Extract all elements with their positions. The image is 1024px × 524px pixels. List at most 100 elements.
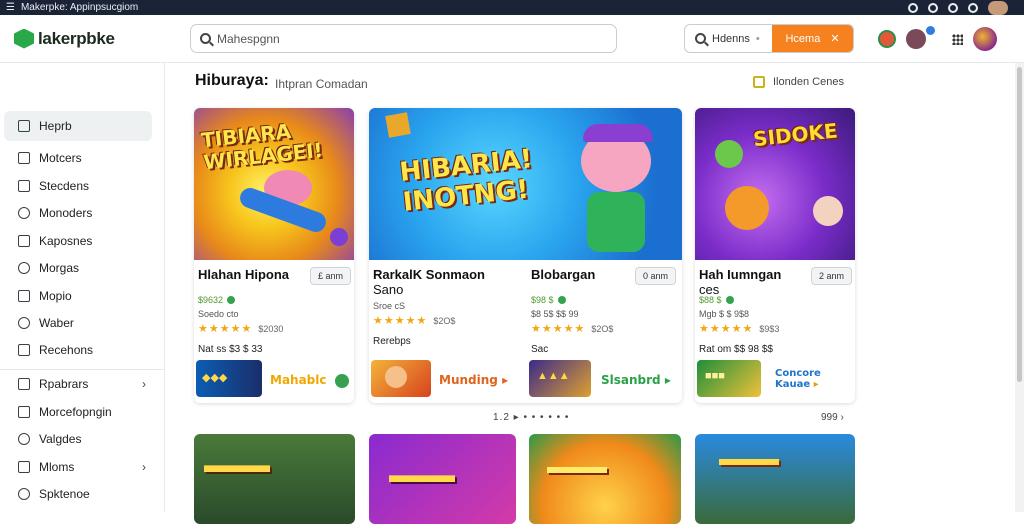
art-logo-icon: ▬▬▬ — [389, 462, 455, 487]
meta-value: $88 $ — [699, 295, 722, 305]
note-icon — [18, 152, 30, 164]
verified-icon — [725, 296, 734, 304]
sidebar-item-label: Kaposnes — [39, 234, 93, 248]
os-title-bar: ☰ Makerpke: Appinpsucgiom — [0, 0, 1024, 15]
related-game-thumb[interactable]: ◆◆◆ — [196, 360, 262, 397]
next-page-button[interactable]: 999 › — [821, 412, 844, 423]
related-game-thumb[interactable]: ■■■ — [697, 360, 761, 397]
record-icon[interactable] — [908, 2, 918, 13]
sidebar-item-8[interactable]: Recehons — [4, 335, 152, 365]
price-button[interactable]: 2 anm — [811, 267, 852, 285]
filter-dropdown[interactable]: Hdenns • — [685, 33, 772, 45]
os-user-avatar[interactable] — [988, 0, 1008, 15]
sidebar-item-label: Valgdes — [39, 432, 82, 446]
notification-icon[interactable] — [878, 30, 896, 48]
menu-icon[interactable]: ☰ — [6, 2, 15, 13]
game-card-row2[interactable]: ▬▬▬ — [529, 434, 681, 524]
friend-avatar[interactable] — [906, 26, 935, 49]
power-icon[interactable] — [968, 2, 978, 13]
sidebar-item-0[interactable]: Heprb — [4, 111, 152, 141]
filter-control[interactable]: Hdenns • Hcema ✕ — [684, 24, 854, 53]
sidebar-item-7[interactable]: Waber — [4, 308, 152, 338]
sidebar-item-13[interactable]: Spktenoe — [4, 479, 152, 509]
related-game-thumb[interactable] — [371, 360, 431, 397]
game-price-meta: $98 $ — [531, 295, 566, 305]
check-icon — [18, 433, 30, 445]
heart-icon — [18, 207, 30, 219]
network-icon[interactable] — [948, 2, 958, 13]
calendar-icon — [18, 344, 30, 356]
sidebar-item-label: Mloms — [39, 460, 75, 474]
thumb-character-icon — [385, 366, 407, 388]
thumb-logo-icon: ◆◆◆ — [202, 372, 228, 384]
character-figure — [725, 186, 769, 230]
rating-count: $2O$ — [591, 324, 614, 334]
sidebar-item-label: Recehons — [39, 343, 94, 357]
grid-icon — [18, 461, 30, 473]
price-button[interactable]: £ anm — [310, 267, 351, 285]
scrollbar[interactable] — [1015, 63, 1024, 512]
crate-icon — [385, 112, 411, 138]
carousel-pager[interactable]: 1.2 ▸ • • • • • • — [493, 412, 569, 423]
game-card[interactable]: SIDOKE Hah Iumngan ces 2 anm $88 $ Mgb $… — [695, 108, 855, 403]
image-icon — [18, 378, 30, 390]
close-icon[interactable]: ✕ — [830, 32, 839, 45]
window-title: Makerpke: Appinpsucgiom — [20, 2, 139, 13]
app-header: lakerpbke Mahespgnn Hdenns • Hcema ✕ — [0, 15, 1024, 63]
chevron-right-icon: › — [142, 377, 146, 391]
game-card[interactable]: Blobargan 0 anm $98 $ $8 5$ $$ 99 ★★★★★ $… — [527, 108, 682, 403]
sidebar-item-4[interactable]: Kaposnes — [4, 226, 152, 256]
os-tray — [908, 0, 1008, 15]
game-card[interactable]: TIBIARA WIRLAGEI! Hlahan Hipona £ anm $9… — [194, 108, 354, 403]
game-card-row2[interactable]: ▬▬▬ — [194, 434, 355, 524]
sidebar-item-label: Heprb — [39, 119, 72, 133]
separator-dot-icon: • — [755, 32, 760, 45]
star-rating: ★★★★★ — [373, 315, 428, 327]
game-subinfo: Soedo cto — [198, 309, 239, 319]
sidebar-item-5[interactable]: Morgas — [4, 253, 152, 283]
filter-button[interactable]: Hcema ✕ — [772, 25, 853, 52]
sidebar-item-2[interactable]: Stecdens — [4, 171, 152, 201]
settings-icon[interactable] — [928, 2, 938, 13]
art-title: TIBIARA WIRLAGEI! — [199, 119, 324, 175]
doc-icon — [18, 290, 30, 302]
thumb-logo-icon: ■■■ — [705, 370, 725, 382]
star-rating: ★★★★★ — [198, 323, 253, 335]
sidebar-item-10[interactable]: Morcefopngin — [4, 397, 152, 427]
brand[interactable]: lakerpbke — [0, 28, 165, 49]
brand-logo-icon — [14, 28, 34, 49]
filter-label: Hdenns — [712, 32, 750, 45]
sidebar-item-label: Motcers — [39, 151, 82, 165]
sidebar-item-9[interactable]: Rpabrars › — [4, 369, 152, 399]
related-game-label[interactable]: Munding ▸ — [439, 373, 508, 387]
rating-count: $2O$ — [433, 316, 456, 326]
target-icon — [18, 262, 30, 274]
user-avatar[interactable] — [973, 27, 997, 51]
sidebar-item-12[interactable]: Mloms › — [4, 452, 152, 482]
game-title: Blobargan — [531, 267, 596, 282]
thumb-logo-icon: ▲▲▲ — [537, 370, 570, 382]
sidebar-item-label: Stecdens — [39, 179, 90, 193]
sidebar-item-6[interactable]: Mopio — [4, 281, 152, 311]
price-button[interactable]: 0 anm — [635, 267, 676, 285]
sort-control[interactable]: Ilonden Cenes — [753, 76, 844, 88]
related-game-label[interactable]: Concore Kauae ▸ — [775, 368, 847, 390]
rating-stars: ★★★★★ $2030 — [198, 322, 283, 335]
header-icons — [878, 26, 997, 51]
related-game-thumb[interactable]: ▲▲▲ — [529, 360, 591, 397]
game-title: RarkalK Sonmaon — [373, 267, 485, 282]
sidebar-item-label: Morgas — [39, 261, 80, 275]
sidebar-item-3[interactable]: Monoders — [4, 198, 152, 228]
search-input[interactable]: Mahespgnn — [190, 24, 617, 53]
meta-value: $98 $ — [531, 295, 554, 305]
scrollbar-thumb[interactable] — [1017, 67, 1022, 382]
game-info-row: Rerebps — [373, 336, 411, 347]
game-title-line2: Sano — [373, 282, 404, 297]
sidebar-item-11[interactable]: Valgdes — [4, 424, 152, 454]
game-card-row2[interactable]: ▬▬▬ — [695, 434, 855, 524]
apps-grid-icon[interactable] — [952, 33, 963, 45]
game-card-row2[interactable]: ▬▬▬ — [369, 434, 516, 524]
sidebar-item-1[interactable]: Motcers — [4, 143, 152, 173]
related-game-label[interactable]: Slsanbrd ▸ — [601, 373, 671, 387]
related-game-label[interactable]: Mahablc — [270, 373, 349, 388]
